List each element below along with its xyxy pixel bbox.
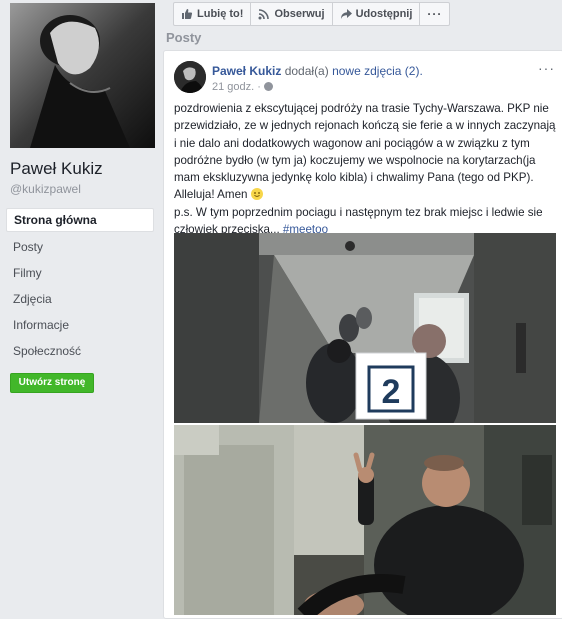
like-label: Lubię to! <box>197 8 244 20</box>
share-button[interactable]: Udostępnij <box>331 2 421 26</box>
author-avatar[interactable] <box>174 61 206 93</box>
wagon-sign-number: 2 <box>382 373 401 411</box>
post-meta: 21 godz. · <box>212 81 273 93</box>
nav-item-videos[interactable]: Filmy <box>6 260 154 286</box>
new-photos-link[interactable]: nowe zdjęcia (2). <box>332 64 423 78</box>
post-card: Paweł Kukiz dodał(a) nowe zdjęcia (2). 2… <box>163 50 562 619</box>
thumbs-up-icon <box>181 8 193 20</box>
globe-icon <box>263 82 273 91</box>
smile-emoji-icon <box>250 188 263 201</box>
nav-item-home[interactable]: Strona główna <box>6 208 154 232</box>
nav-item-photos[interactable]: Zdjęcia <box>6 286 154 312</box>
nav-item-posts[interactable]: Posty <box>6 234 154 260</box>
page-name[interactable]: Paweł Kukiz <box>10 159 103 179</box>
post-timestamp[interactable]: 21 godz. · <box>212 81 261 93</box>
left-column: Paweł Kukiz @kukizpawel Strona główna Po… <box>0 0 163 617</box>
page-username[interactable]: @kukizpawel <box>10 182 81 196</box>
post-author-link[interactable]: Paweł Kukiz <box>212 64 281 78</box>
post-text: pozdrowienia z ekscytującej podróży na t… <box>174 100 559 238</box>
page-action-bar: Lubię to! Obserwuj Udostępnij ··· <box>173 2 451 26</box>
nav-item-info[interactable]: Informacje <box>6 312 154 338</box>
create-page-button[interactable]: Utwórz stronę <box>10 373 94 393</box>
page-nav: Strona główna Posty Filmy Zdjęcia Inform… <box>6 208 154 364</box>
share-label: Udostępnij <box>355 8 413 20</box>
share-arrow-icon <box>340 8 352 20</box>
post-action-text: dodał(a) <box>284 64 329 78</box>
profile-picture[interactable] <box>10 3 155 148</box>
post-options-icon[interactable]: ··· <box>538 60 555 76</box>
follow-button[interactable]: Obserwuj <box>250 2 333 26</box>
post-text-ps: p.s. W tym poprzednim pociagu i następny… <box>174 205 543 237</box>
nav-item-community[interactable]: Społeczność <box>6 338 154 364</box>
rss-icon <box>258 8 270 20</box>
follow-label: Obserwuj <box>274 8 325 20</box>
posts-heading: Posty <box>166 30 202 45</box>
post-text-main: pozdrowienia z ekscytującej podróży na t… <box>174 102 556 202</box>
like-page-button[interactable]: Lubię to! <box>173 2 252 26</box>
post-photo-man[interactable] <box>174 425 556 615</box>
more-options-button[interactable]: ··· <box>419 2 451 26</box>
post-header: Paweł Kukiz dodał(a) nowe zdjęcia (2). <box>212 64 423 78</box>
more-dots-icon: ··· <box>427 7 443 21</box>
post-photo-corridor[interactable]: 2 <box>174 233 556 423</box>
